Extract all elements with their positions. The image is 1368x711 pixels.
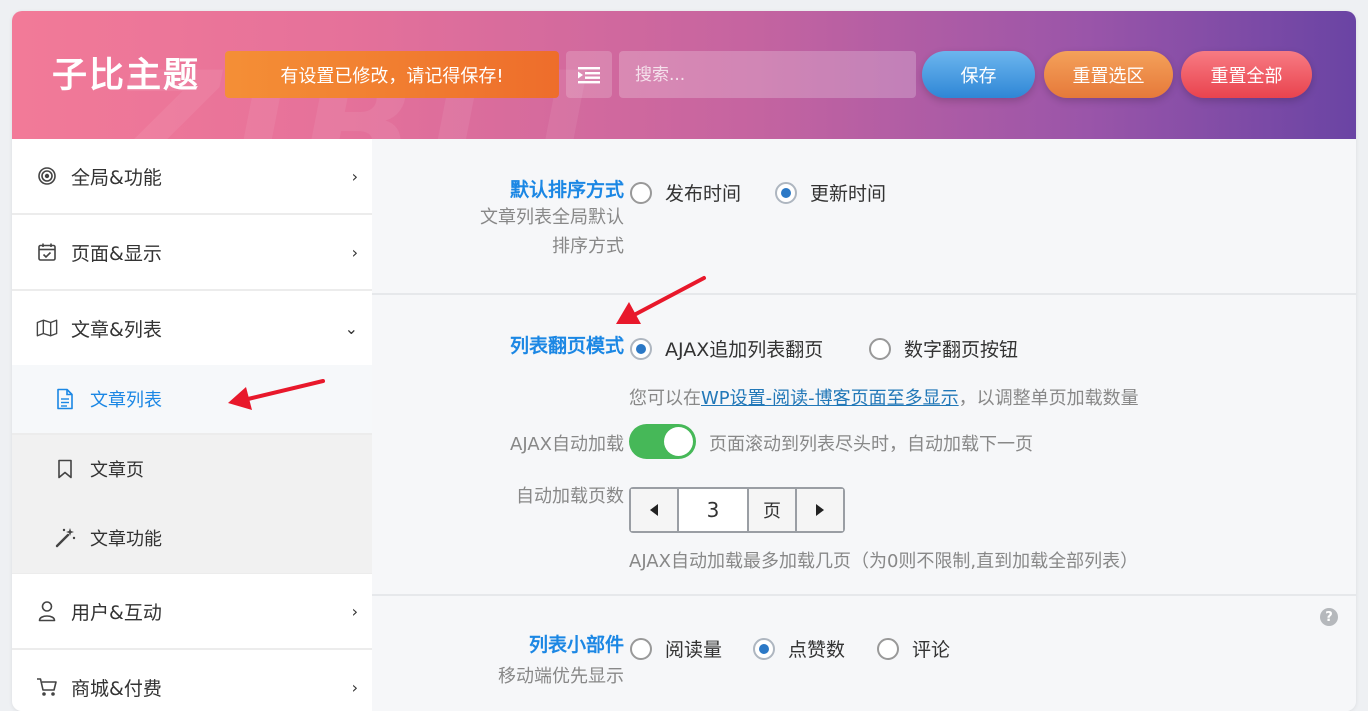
bookmark-icon bbox=[54, 458, 76, 480]
user-icon bbox=[36, 600, 58, 622]
radio-circle bbox=[869, 337, 891, 360]
cart-icon bbox=[36, 676, 58, 698]
radio-sort-update[interactable]: 更新时间 bbox=[775, 179, 886, 206]
radio-paging-number[interactable]: 数字翻页按钮 bbox=[869, 335, 1018, 362]
field-label-autoload: AJAX自动加载 bbox=[510, 434, 624, 455]
sidebar-item-label: 页面&显示 bbox=[71, 242, 162, 265]
calendar-check-icon bbox=[36, 241, 58, 263]
radio-sort-publish[interactable]: 发布时间 bbox=[630, 179, 741, 206]
sidebar-item-global[interactable]: 全局&功能 › bbox=[12, 139, 372, 213]
sidebar-item-user-interaction[interactable]: 用户&互动 › bbox=[12, 574, 372, 648]
radio-widget-likes[interactable]: 点赞数 bbox=[753, 635, 845, 662]
reset-all-button[interactable]: 重置全部 bbox=[1181, 51, 1312, 98]
sidebar-subitem-label: 文章功能 bbox=[90, 529, 162, 550]
map-icon bbox=[36, 317, 58, 339]
help-icon[interactable]: ? bbox=[1320, 608, 1338, 626]
radio-circle bbox=[630, 637, 652, 660]
caret-right-icon bbox=[816, 504, 824, 516]
radio-widget-views[interactable]: 阅读量 bbox=[630, 635, 722, 662]
decrement-button[interactable] bbox=[631, 489, 677, 531]
target-icon bbox=[36, 165, 58, 187]
sidebar-subitem-post-list[interactable]: 文章列表 bbox=[12, 365, 372, 433]
radio-circle bbox=[775, 181, 797, 204]
autoload-toggle[interactable] bbox=[629, 424, 696, 459]
sidebar-subitem-label: 文章页 bbox=[90, 460, 144, 481]
settings-panel: ZIBLL 子比主题 有设置已修改，请记得保存! 保存 重置选区 重置全部 全局… bbox=[12, 11, 1356, 711]
sidebar-item-label: 文章&列表 bbox=[71, 318, 162, 341]
unsaved-warning: 有设置已修改，请记得保存! bbox=[225, 51, 559, 98]
field-desc-widgets: 移动端优先显示 bbox=[498, 666, 624, 687]
chevron-right-icon: › bbox=[351, 166, 358, 186]
search-input[interactable] bbox=[619, 51, 916, 98]
indent-icon bbox=[578, 66, 600, 83]
chevron-right-icon: › bbox=[351, 242, 358, 262]
field-title-widgets: 列表小部件 bbox=[528, 634, 624, 656]
autoload-desc: 页面滚动到列表尽头时，自动加载下一页 bbox=[709, 434, 1033, 455]
header-bar: ZIBLL 子比主题 有设置已修改，请记得保存! 保存 重置选区 重置全部 bbox=[12, 11, 1356, 139]
autopages-value[interactable]: 3 bbox=[677, 489, 749, 531]
radio-widget-comments[interactable]: 评论 bbox=[877, 635, 950, 662]
collapse-menu-button[interactable] bbox=[566, 51, 612, 98]
paging-hint: 您可以在WP设置-阅读-博客页面至多显示，以调整单页加载数量 bbox=[629, 388, 1139, 409]
radio-paging-ajax[interactable]: AJAX追加列表翻页 bbox=[630, 335, 823, 362]
caret-left-icon bbox=[650, 504, 658, 516]
field-title-paging: 列表翻页模式 bbox=[509, 335, 624, 357]
toggle-knob bbox=[664, 427, 693, 456]
sidebar-item-page-display[interactable]: 页面&显示 › bbox=[12, 215, 372, 289]
sidebar-item-label: 商城&付费 bbox=[71, 677, 162, 700]
save-button[interactable]: 保存 bbox=[922, 51, 1035, 98]
unit-label: 页 bbox=[749, 489, 797, 531]
field-label-autopages: 自动加载页数 bbox=[516, 486, 624, 507]
sidebar-subitem-post-page[interactable]: 文章页 bbox=[12, 435, 372, 503]
chevron-right-icon: › bbox=[351, 601, 358, 621]
sidebar: 全局&功能 › 页面&显示 › 文章&列表 ⌄ 文章列表 文章页 文章功能 用户… bbox=[12, 139, 372, 711]
sidebar-subitem-label: 文章列表 bbox=[90, 390, 162, 411]
radio-circle bbox=[630, 337, 652, 360]
wp-reading-settings-link[interactable]: WP设置-阅读-博客页面至多显示 bbox=[701, 388, 959, 409]
radio-circle bbox=[630, 181, 652, 204]
autopages-stepper: 3 页 bbox=[629, 487, 845, 533]
sidebar-subitem-post-features[interactable]: 文章功能 bbox=[12, 503, 372, 573]
sidebar-item-label: 用户&互动 bbox=[71, 601, 162, 624]
document-icon bbox=[54, 388, 76, 410]
brand-title: 子比主题 bbox=[52, 56, 201, 96]
reset-section-button[interactable]: 重置选区 bbox=[1044, 51, 1173, 98]
field-desc-sort: 文章列表全局默认 排序方式 bbox=[480, 207, 624, 257]
increment-button[interactable] bbox=[797, 489, 843, 531]
sidebar-item-shop-paid[interactable]: 商城&付费 › bbox=[12, 650, 372, 711]
autopages-hint: AJAX自动加载最多加载几页（为0则不限制,直到加载全部列表） bbox=[629, 551, 1139, 572]
radio-circle bbox=[877, 637, 899, 660]
chevron-right-icon: › bbox=[351, 677, 358, 697]
sidebar-item-posts-lists[interactable]: 文章&列表 ⌄ bbox=[12, 291, 372, 365]
section-divider bbox=[372, 293, 1356, 295]
magic-wand-icon bbox=[54, 527, 76, 549]
section-divider bbox=[372, 594, 1356, 596]
field-title-sort: 默认排序方式 bbox=[509, 179, 624, 201]
chevron-down-icon: ⌄ bbox=[344, 318, 358, 338]
radio-circle bbox=[753, 637, 775, 660]
sidebar-item-label: 全局&功能 bbox=[71, 166, 162, 189]
settings-content: 默认排序方式 文章列表全局默认 排序方式 发布时间 更新时间 列表翻页模式 AJ… bbox=[372, 139, 1356, 711]
